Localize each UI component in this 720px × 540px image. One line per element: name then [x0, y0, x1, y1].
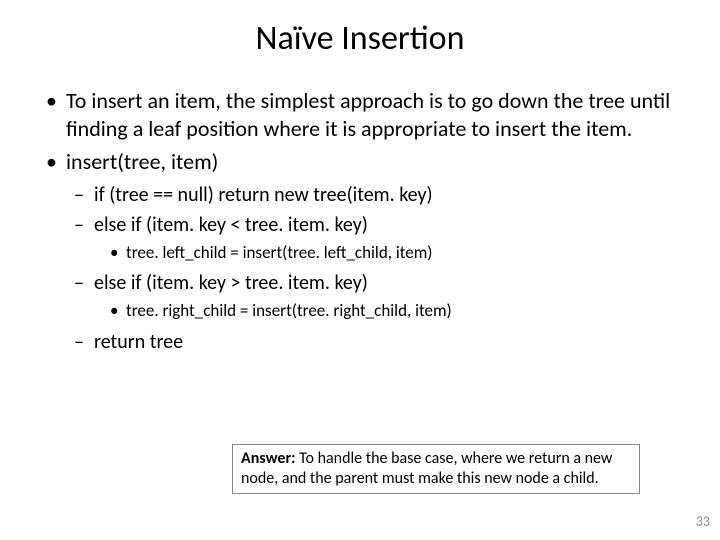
list-item: return tree	[40, 329, 680, 355]
list-item: To insert an item, the simplest approach…	[40, 87, 680, 142]
list-item: if (tree == null) return new tree(item. …	[40, 182, 680, 208]
list-item: tree. right_child = insert(tree. right_c…	[40, 300, 680, 323]
bullet-list: To insert an item, the simplest approach…	[40, 87, 680, 355]
list-item: else if (item. key < tree. item. key)	[40, 212, 680, 238]
page-number: 33	[696, 513, 710, 530]
list-item: else if (item. key > tree. item. key)	[40, 270, 680, 296]
slide: Naïve Insertion To insert an item, the s…	[0, 0, 720, 355]
answer-text: To handle the base case, where we return…	[241, 449, 612, 488]
list-item: insert(tree, item)	[40, 148, 680, 176]
answer-label: Answer:	[241, 449, 296, 468]
answer-box: Answer: To handle the base case, where w…	[232, 444, 640, 494]
list-item: tree. left_child = insert(tree. left_chi…	[40, 242, 680, 265]
slide-title: Naïve Insertion	[40, 18, 680, 59]
